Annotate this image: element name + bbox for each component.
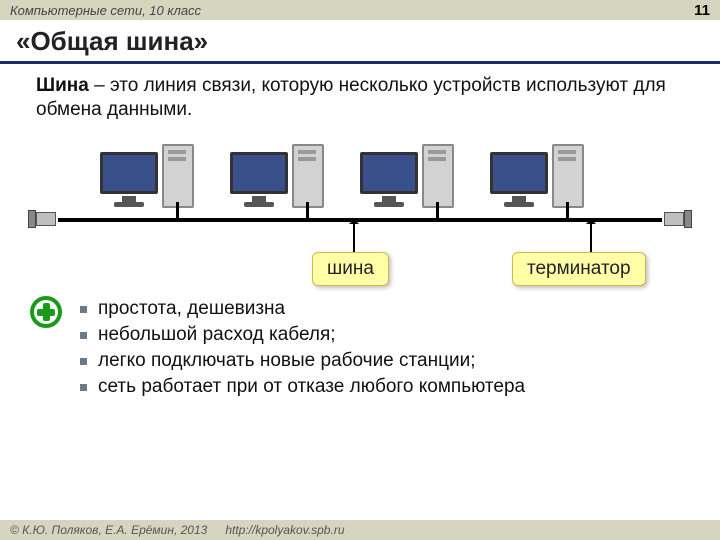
course-name: Компьютерные сети, 10 класс: [10, 3, 201, 18]
bus-cable-icon: [58, 218, 662, 222]
definition-text: Шина – это линия связи, которую нескольк…: [0, 74, 720, 122]
terminator-left-icon: [28, 210, 58, 230]
list-item: сеть работает при от отказе любого компь…: [80, 376, 525, 398]
computer-icon: [360, 142, 470, 212]
drop-cable-icon: [306, 202, 309, 220]
title-underline: [0, 61, 720, 64]
slide-title: «Общая шина»: [0, 20, 720, 61]
definition-term: Шина: [36, 75, 89, 96]
list-item: небольшой расход кабеля;: [80, 324, 525, 346]
slide-footer: © К.Ю. Поляков, Е.А. Ерёмин, 2013 http:/…: [0, 520, 720, 540]
bus-label: шина: [312, 252, 389, 286]
computer-icon: [100, 142, 210, 212]
drop-cable-icon: [566, 202, 569, 220]
copyright: © К.Ю. Поляков, Е.А. Ерёмин, 2013: [10, 523, 207, 537]
list-item: легко подключать новые рабочие станции;: [80, 350, 525, 372]
advantages-list: простота, дешевизна небольшой расход каб…: [80, 298, 525, 402]
plus-icon: [30, 296, 62, 328]
list-item: простота, дешевизна: [80, 298, 525, 320]
drop-cable-icon: [436, 202, 439, 220]
computer-icon: [490, 142, 600, 212]
page-number: 11: [694, 2, 710, 19]
terminator-label: терминатор: [512, 252, 646, 286]
computer-icon: [230, 142, 340, 212]
arrow-icon: [353, 224, 355, 254]
terminator-right-icon: [662, 210, 692, 230]
slide-header: Компьютерные сети, 10 класс 11: [0, 0, 720, 20]
definition-body: – это линия связи, которую несколько уст…: [36, 75, 666, 120]
drop-cable-icon: [176, 202, 179, 220]
bus-topology-diagram: [50, 136, 670, 256]
footer-url: http://kpolyakov.spb.ru: [225, 523, 344, 537]
arrow-icon: [590, 224, 592, 254]
